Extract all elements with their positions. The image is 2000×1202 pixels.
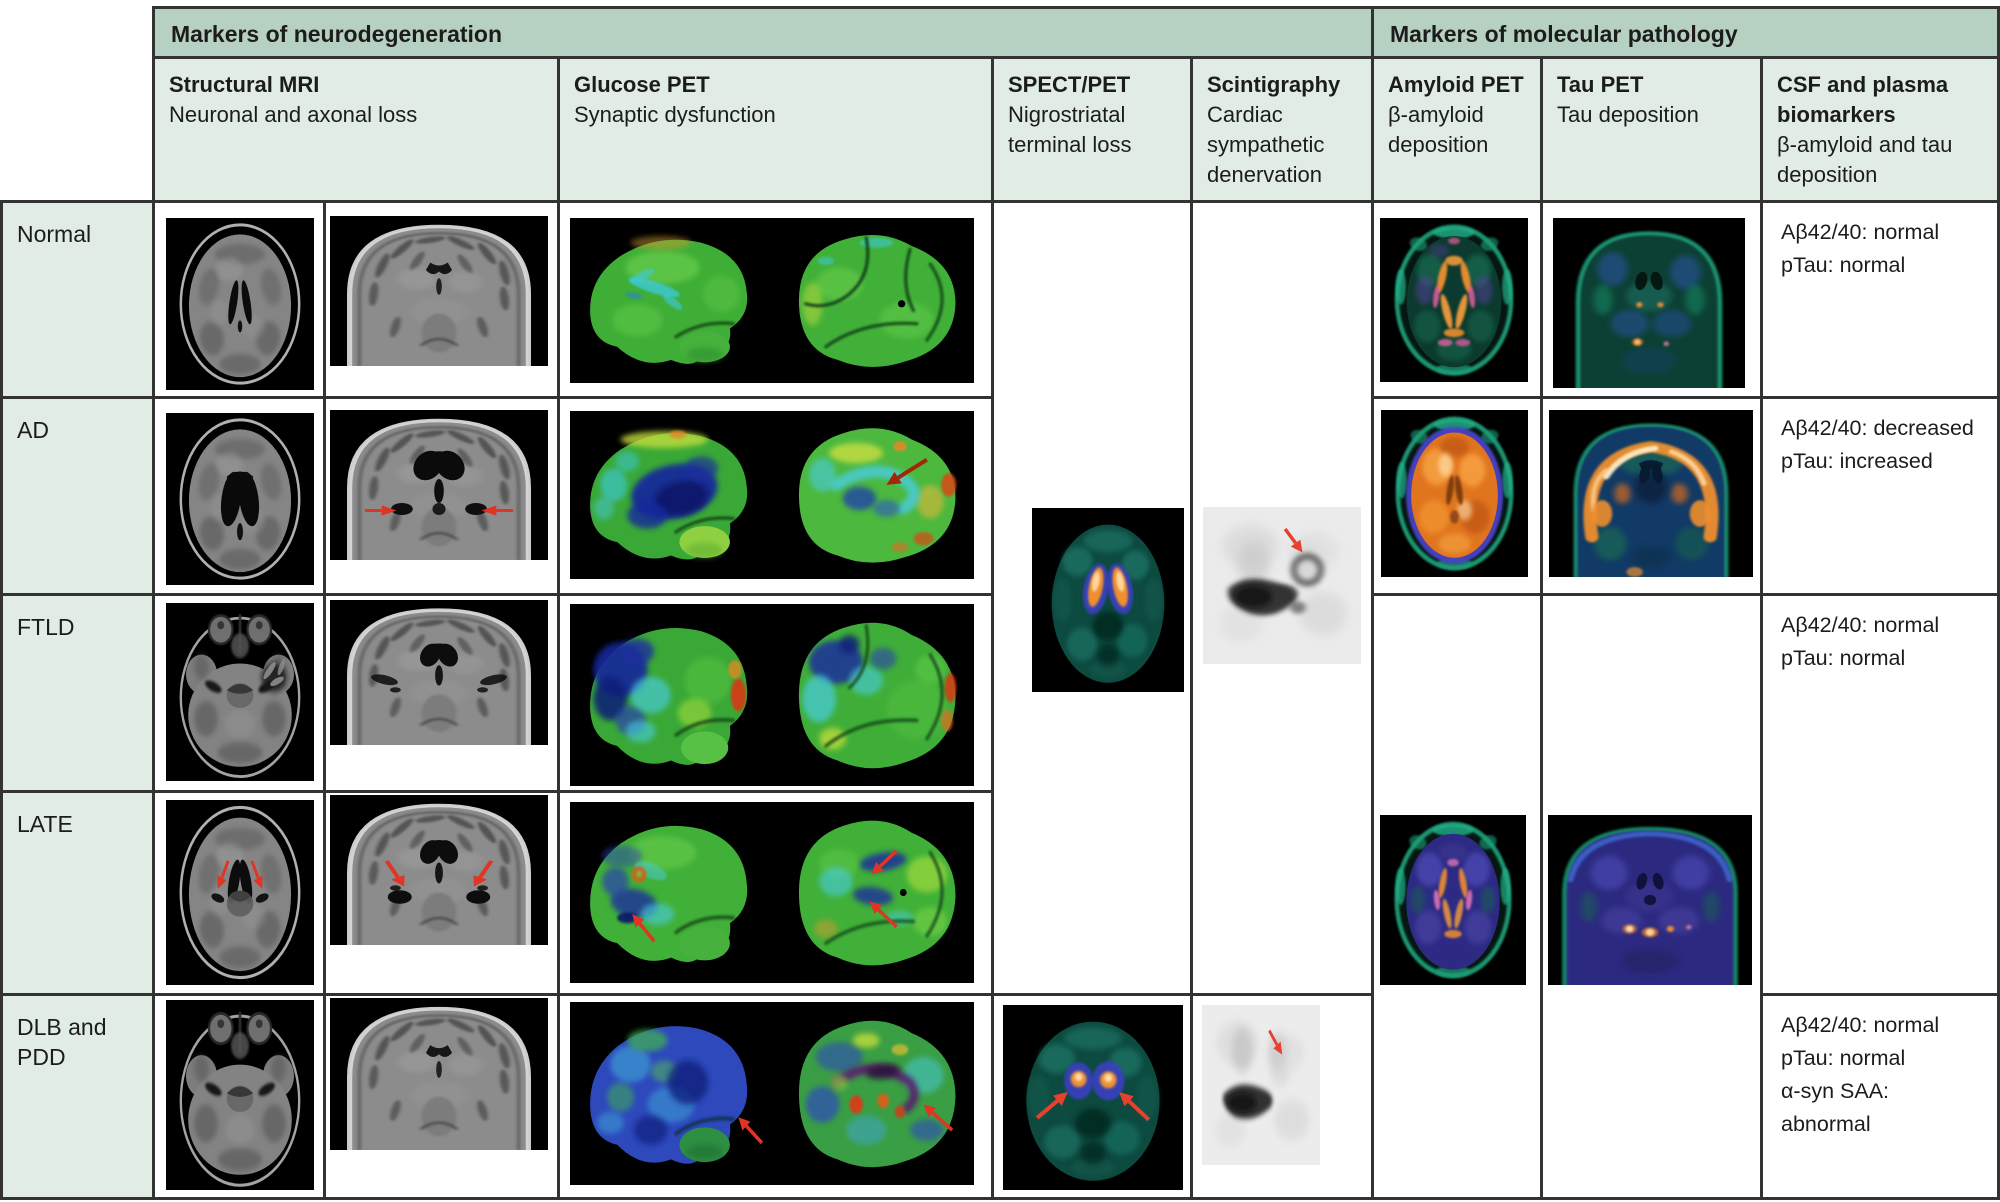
column-title: SPECT/PET <box>1008 70 1176 100</box>
mibg-scan-normal <box>1203 507 1361 664</box>
figure-dementia-imaging-table: Markers of neurodegeneration Markers of … <box>0 0 2000 1202</box>
column-title: Structural MRI <box>169 70 543 100</box>
tau-pet-scan-normal <box>1553 218 1745 388</box>
row-label-ftld: FTLD <box>0 593 155 793</box>
glucose-pet-scan-ad <box>570 411 974 579</box>
column-title: CSF and plasma biomarkers <box>1777 70 1983 130</box>
column-subtitle: Tau deposition <box>1557 100 1746 130</box>
column-header-scintigraphy: Scintigraphy Cardiac sympathetic denerva… <box>1190 56 1374 203</box>
column-header-glucose-pet: Glucose PET Synaptic dysfunction <box>557 56 994 203</box>
csf-line: Aβ42/40: normal <box>1781 1009 1979 1042</box>
amyloid-pet-scan-ad <box>1381 410 1528 577</box>
csf-value-ad: Aβ42/40: decreased pTau: increased <box>1760 396 2000 596</box>
column-subtitle: Cardiac sympathetic denervation <box>1207 100 1357 190</box>
group-header-molecular-pathology: Markers of molecular pathology <box>1371 6 2000 59</box>
row-label-text: DLB and PDD <box>17 1014 107 1070</box>
csf-line: Aβ42/40: normal <box>1781 609 1979 642</box>
csf-value-ftld-late: Aβ42/40: normal pTau: normal <box>1760 593 2000 996</box>
csf-line: Aβ42/40: normal <box>1781 216 1979 249</box>
mri-axial-scan-dlb <box>166 1000 314 1190</box>
mri-axial-scan-late <box>166 800 314 985</box>
column-title: Scintigraphy <box>1207 70 1357 100</box>
amyloid-pet-scan-late <box>1380 815 1526 985</box>
row-label-dlb-pdd: DLB and PDD <box>0 993 155 1200</box>
group-header-molecular-pathology-label: Markers of molecular pathology <box>1390 21 1738 47</box>
mri-coronal-scan-ftld <box>330 600 548 745</box>
column-subtitle: Synaptic dysfunction <box>574 100 977 130</box>
column-title: Tau PET <box>1557 70 1746 100</box>
row-label-ad: AD <box>0 396 155 596</box>
mri-coronal-scan-dlb <box>330 998 548 1150</box>
group-header-neurodegeneration-label: Markers of neurodegeneration <box>171 21 502 47</box>
tau-pet-scan-ad <box>1549 410 1753 577</box>
csf-line: α-syn SAA: abnormal <box>1781 1075 1979 1141</box>
column-header-csf-plasma: CSF and plasma biomarkers β-amyloid and … <box>1760 56 2000 203</box>
glucose-pet-scan-ftld <box>570 604 974 786</box>
csf-line: Aβ42/40: decreased <box>1781 412 1979 445</box>
amyloid-pet-scan-normal <box>1380 218 1528 382</box>
group-header-neurodegeneration: Markers of neurodegeneration <box>152 6 1374 59</box>
mri-coronal-scan-late <box>330 795 548 945</box>
row-label-late: LATE <box>0 790 155 996</box>
mri-axial-scan-ad <box>166 413 314 585</box>
row-label-text: Normal <box>17 221 91 247</box>
mri-axial-scan-ftld <box>166 603 314 781</box>
column-subtitle: β-amyloid and tau deposition <box>1777 130 1983 190</box>
tau-pet-scan-late <box>1548 815 1752 985</box>
glucose-pet-scan-dlb <box>570 1002 974 1185</box>
column-title: Glucose PET <box>574 70 977 100</box>
glucose-pet-scan-normal <box>570 218 974 383</box>
mri-coronal-scan-normal <box>330 216 548 366</box>
dat-spect-scan-normal <box>1032 508 1184 692</box>
mri-coronal-scan-ad <box>330 410 548 560</box>
row-label-normal: Normal <box>0 200 155 399</box>
column-header-amyloid-pet: Amyloid PET β-amyloid deposition <box>1371 56 1543 203</box>
column-title: Amyloid PET <box>1388 70 1526 100</box>
mri-axial-scan-normal <box>166 218 314 390</box>
row-label-text: AD <box>17 417 49 443</box>
csf-line: pTau: increased <box>1781 445 1979 478</box>
csf-value-normal: Aβ42/40: normal pTau: normal <box>1760 200 2000 399</box>
row-label-text: FTLD <box>17 614 75 640</box>
column-header-spect-pet: SPECT/PET Nigrostriatal terminal loss <box>991 56 1193 203</box>
mibg-scan-dlb <box>1202 1005 1320 1165</box>
column-subtitle: Nigrostriatal terminal loss <box>1008 100 1176 160</box>
glucose-pet-scan-late <box>570 802 974 983</box>
column-subtitle: Neuronal and axonal loss <box>169 100 543 130</box>
column-header-tau-pet: Tau PET Tau deposition <box>1540 56 1763 203</box>
column-subtitle: β-amyloid deposition <box>1388 100 1526 160</box>
column-header-structural-mri: Structural MRI Neuronal and axonal loss <box>152 56 560 203</box>
csf-value-dlb: Aβ42/40: normal pTau: normal α-syn SAA: … <box>1760 993 2000 1200</box>
csf-line: pTau: normal <box>1781 249 1979 282</box>
dat-spect-scan-dlb <box>1003 1005 1183 1190</box>
row-label-text: LATE <box>17 811 73 837</box>
csf-line: pTau: normal <box>1781 1042 1979 1075</box>
csf-line: pTau: normal <box>1781 642 1979 675</box>
